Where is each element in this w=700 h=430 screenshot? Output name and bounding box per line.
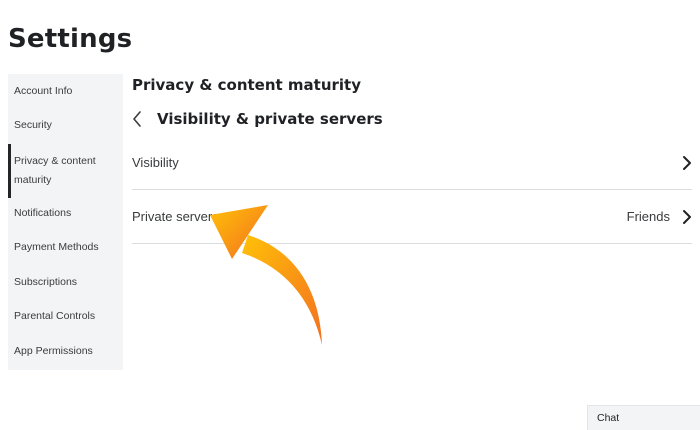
sidebar-item-label: Parental Controls bbox=[14, 310, 96, 322]
row-label: Visibility bbox=[132, 155, 179, 170]
sidebar-item-account-info[interactable]: Account Info bbox=[8, 82, 123, 101]
sidebar-item-label: Subscriptions bbox=[14, 276, 78, 288]
sidebar-item-privacy-content-maturity[interactable]: Privacy & content maturity bbox=[8, 144, 123, 198]
sidebar-item-label: Account Info bbox=[14, 85, 73, 97]
settings-sidebar: Account Info Security Privacy & content … bbox=[8, 74, 123, 370]
sidebar-item-label: App Permissions bbox=[14, 345, 93, 357]
chevron-right-icon bbox=[682, 155, 692, 171]
section-title: Privacy & content maturity bbox=[132, 76, 362, 94]
sidebar-item-label: Payment Methods bbox=[14, 241, 99, 253]
sidebar-item-label: Security bbox=[14, 119, 52, 131]
row-value: Friends bbox=[626, 209, 670, 224]
chevron-left-icon[interactable] bbox=[132, 109, 146, 129]
page-title: Settings bbox=[8, 24, 133, 54]
sidebar-item-payment-methods[interactable]: Payment Methods bbox=[8, 238, 123, 257]
row-right bbox=[682, 155, 692, 171]
sidebar-item-subscriptions[interactable]: Subscriptions bbox=[8, 273, 123, 292]
visibility-row[interactable]: Visibility bbox=[132, 136, 692, 190]
subsection-title: Visibility & private servers bbox=[157, 110, 383, 128]
subsection-header: Visibility & private servers bbox=[132, 108, 383, 130]
row-right: Friends bbox=[627, 209, 692, 225]
chevron-right-icon bbox=[682, 209, 692, 225]
chat-tab[interactable]: Chat bbox=[587, 405, 700, 430]
curved-arrow-icon bbox=[210, 205, 322, 345]
sidebar-item-app-permissions[interactable]: App Permissions bbox=[8, 342, 123, 361]
sidebar-item-label: Privacy & content maturity bbox=[14, 155, 96, 186]
sidebar-item-security[interactable]: Security bbox=[8, 116, 123, 135]
sidebar-item-label: Notifications bbox=[14, 207, 72, 219]
sidebar-item-notifications[interactable]: Notifications bbox=[8, 204, 123, 223]
sidebar-item-parental-controls[interactable]: Parental Controls bbox=[8, 307, 123, 326]
